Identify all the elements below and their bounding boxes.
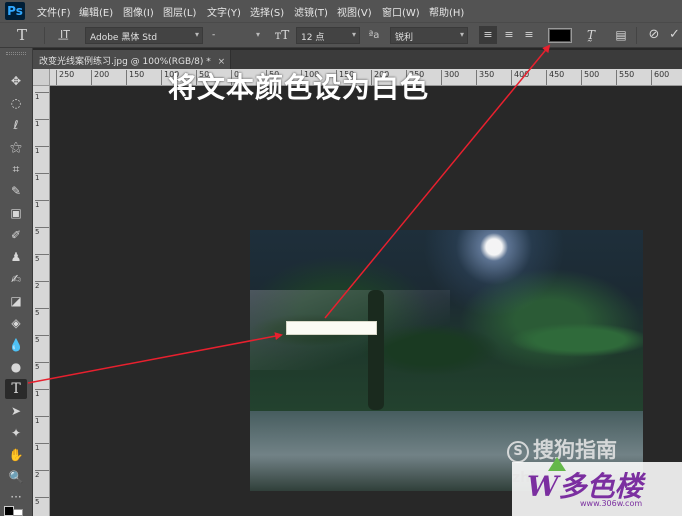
- blur-tool-icon[interactable]: 💧: [5, 336, 27, 354]
- shape-tool-icon[interactable]: ✦: [5, 424, 27, 442]
- align-left-icon[interactable]: ≡: [479, 26, 497, 44]
- font-family-select[interactable]: Adobe 黑体 Std ▾: [85, 27, 203, 44]
- eraser-tool-icon[interactable]: ◪: [5, 292, 27, 310]
- ruler-tick-label: 5: [35, 335, 49, 344]
- text-layer-box[interactable]: [286, 321, 377, 335]
- site-watermark-url: www.306w.com: [580, 499, 643, 508]
- text-orientation-icon[interactable]: I͟T: [55, 26, 75, 44]
- background-color-swatch[interactable]: [13, 509, 23, 516]
- history-brush-tool-icon[interactable]: ✍: [5, 270, 27, 288]
- dodge-tool-icon[interactable]: ●: [5, 358, 27, 376]
- chevron-down-icon: ▾: [459, 30, 464, 39]
- menu-layer[interactable]: 图层(L): [163, 4, 196, 19]
- menu-help[interactable]: 帮助(H): [429, 4, 464, 19]
- menu-edit[interactable]: 编辑(E): [79, 4, 113, 19]
- ruler-tick-label: 2: [35, 281, 49, 290]
- font-size-input[interactable]: 12 点 ▾: [296, 27, 360, 44]
- chevron-down-icon: ▾: [255, 30, 260, 39]
- chevron-down-icon: ▾: [194, 30, 199, 39]
- ruler-tick-label: 5: [35, 254, 49, 263]
- anti-alias-icon: ªa: [368, 30, 380, 41]
- ruler-tick-label: 1: [35, 173, 49, 182]
- anti-alias-value: 锐利: [395, 33, 414, 43]
- ruler-tick-label: 300: [441, 70, 459, 85]
- text-color-fill: [550, 30, 570, 41]
- text-color-swatch[interactable]: [548, 28, 572, 43]
- panel-grip[interactable]: [6, 52, 26, 55]
- stamp-tool-icon[interactable]: ♟: [5, 248, 27, 266]
- ruler-tick-label: 550: [616, 70, 634, 85]
- hand-tool-icon[interactable]: ✋: [5, 446, 27, 464]
- ruler-tick-label: 1: [35, 119, 49, 128]
- ruler-tick-label: 150: [126, 70, 144, 85]
- font-family-value: Adobe 黑体 Std: [90, 33, 158, 43]
- menu-view[interactable]: 视图(V): [337, 4, 372, 19]
- divider: [44, 27, 45, 44]
- ruler-tick-label: 5: [35, 497, 49, 506]
- ruler-tick-label: 250: [56, 70, 74, 85]
- align-center-icon[interactable]: ≡: [500, 26, 518, 44]
- ruler-tick-label: 400: [511, 70, 529, 85]
- commit-icon[interactable]: ✓: [667, 26, 682, 44]
- menu-window[interactable]: 窗口(W): [382, 4, 420, 19]
- menu-filter[interactable]: 滤镜(T): [294, 4, 328, 19]
- ruler-tick-label: 350: [476, 70, 494, 85]
- ruler-tick-label: 1: [35, 92, 49, 101]
- lasso-tool-icon[interactable]: ℓ: [5, 116, 27, 134]
- ruler-tick-label: 500: [581, 70, 599, 85]
- eyedropper-tool-icon[interactable]: ✎: [5, 182, 27, 200]
- chevron-down-icon: ▾: [351, 30, 356, 39]
- warp-text-icon[interactable]: T̰: [582, 26, 600, 44]
- ruler-tick-label: 5: [35, 227, 49, 236]
- ruler-tick-label: 2: [35, 470, 49, 479]
- path-select-tool-icon[interactable]: ➤: [5, 402, 27, 420]
- divider: [636, 27, 637, 44]
- more-tools-icon[interactable]: ···: [5, 488, 27, 506]
- font-style-select[interactable]: - ▾: [207, 27, 264, 44]
- ruler-tick-label: 5: [35, 308, 49, 317]
- anti-alias-select[interactable]: 锐利 ▾: [390, 27, 468, 44]
- vertical-ruler[interactable]: 1 1 1 1 1 5 5 2 5 5 5 1 1 1 2 5: [33, 86, 50, 516]
- align-right-icon[interactable]: ≡: [520, 26, 538, 44]
- photoshop-logo: Ps: [5, 2, 25, 20]
- brush-tool-icon[interactable]: ✐: [5, 226, 27, 244]
- sogou-logo-icon: S: [507, 441, 529, 463]
- font-size-icon: ᴛT: [274, 28, 290, 42]
- ruler-tick-label: 200: [91, 70, 109, 85]
- paint-bucket-tool-icon[interactable]: ◈: [5, 314, 27, 332]
- menu-bar: Ps 文件(F) 编辑(E) 图像(I) 图层(L) 文字(Y) 选择(S) 滤…: [0, 0, 682, 22]
- menu-type[interactable]: 文字(Y): [207, 4, 241, 19]
- cancel-icon[interactable]: ⊘: [645, 26, 663, 44]
- options-bar: T I͟T Adobe 黑体 Std ▾ - ▾ ᴛT 12 点 ▾ ªa 锐利…: [0, 22, 682, 48]
- magic-wand-tool-icon[interactable]: ⚝: [5, 138, 27, 156]
- zoom-tool-icon[interactable]: 🔍: [5, 468, 27, 486]
- font-style-value: -: [212, 30, 216, 40]
- patch-tool-icon[interactable]: ▣: [5, 204, 27, 222]
- text-tool-icon[interactable]: T: [12, 26, 32, 44]
- ruler-tick-label: 450: [546, 70, 564, 85]
- ruler-corner[interactable]: [33, 69, 50, 86]
- marquee-tool-icon[interactable]: ◌: [5, 94, 27, 112]
- menu-image[interactable]: 图像(I): [123, 4, 154, 19]
- instruction-annotation: 将文本颜色设为白色: [168, 71, 430, 104]
- ruler-tick-label: 600: [651, 70, 669, 85]
- ruler-tick-label: 1: [35, 200, 49, 209]
- ruler-tick-label: 5: [35, 362, 49, 371]
- menu-select[interactable]: 选择(S): [250, 4, 284, 19]
- tools-panel: ✥ ◌ ℓ ⚝ ⌗ ✎ ▣ ✐ ♟ ✍ ◪ ◈ 💧 ● ✒ T ➤ ✦ ✋ 🔍 …: [0, 48, 33, 516]
- character-panel-icon[interactable]: ▤: [612, 26, 630, 44]
- ruler-tick-label: 1: [35, 389, 49, 398]
- ruler-tick-label: 1: [35, 443, 49, 452]
- type-tool-icon[interactable]: T: [5, 379, 27, 399]
- menu-file[interactable]: 文件(F): [37, 4, 71, 19]
- font-size-value: 12 点: [301, 33, 325, 43]
- ruler-tick-label: 1: [35, 416, 49, 425]
- ruler-tick-label: 1: [35, 146, 49, 155]
- move-tool-icon[interactable]: ✥: [5, 72, 27, 90]
- crop-tool-icon[interactable]: ⌗: [5, 160, 27, 178]
- tree-trunk: [368, 290, 384, 410]
- sogou-watermark-text: 搜狗指南: [533, 438, 617, 462]
